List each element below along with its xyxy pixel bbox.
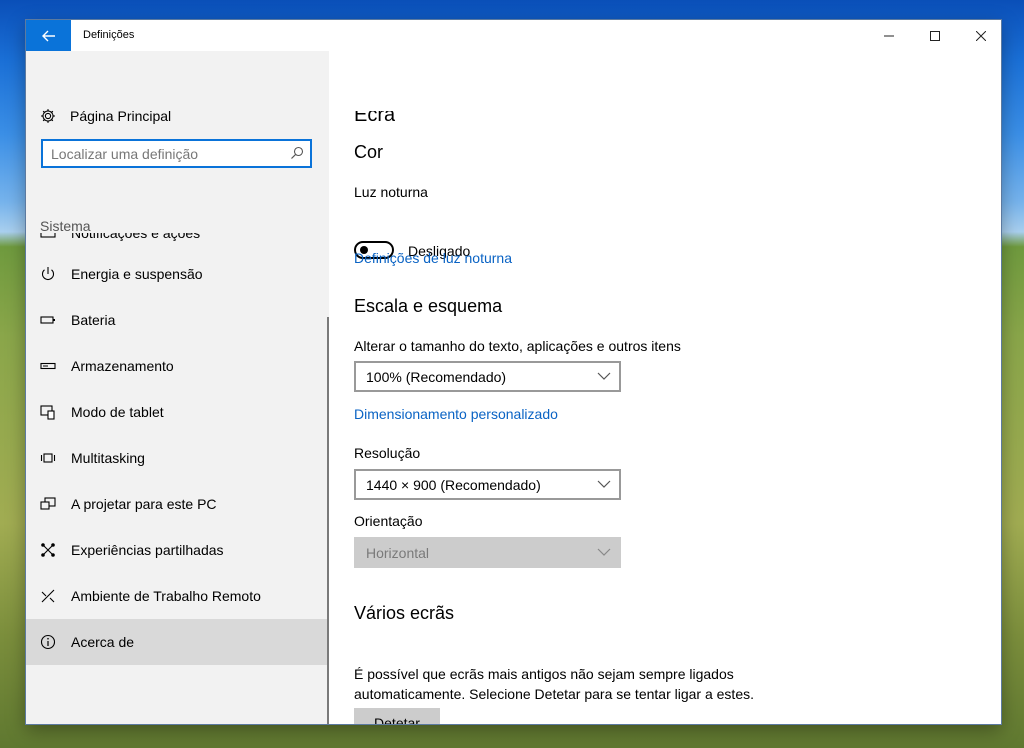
- remote-desktop-icon: [40, 588, 56, 604]
- scale-label: Alterar o tamanho do texto, aplicações e…: [354, 338, 681, 354]
- main-content: Ecrã Cor Luz noturna Desligado Definiçõe…: [329, 51, 1001, 724]
- search-input[interactable]: [51, 145, 281, 163]
- gear-icon: [40, 108, 56, 124]
- chevron-down-icon: [597, 372, 611, 380]
- scale-value: 100% (Recomendado): [366, 369, 507, 385]
- shared-experiences-icon: [40, 542, 56, 558]
- sidebar-item-tablet-mode[interactable]: Modo de tablet: [26, 389, 329, 435]
- sidebar-item-shared-experiences[interactable]: Experiências partilhadas: [26, 527, 329, 573]
- night-light-settings-link[interactable]: Definições de luz noturna: [354, 250, 512, 266]
- chevron-down-icon: [597, 480, 611, 488]
- sidebar-item-label: Modo de tablet: [71, 404, 164, 420]
- sidebar: Página Principal Sistema Notificações e …: [26, 51, 329, 724]
- sidebar-item-label: Energia e suspensão: [71, 266, 203, 282]
- multi-display-heading: Vários ecrãs: [354, 603, 455, 623]
- power-icon: [40, 266, 56, 282]
- color-heading: Cor: [354, 142, 384, 162]
- multitasking-icon: [40, 450, 56, 466]
- night-light-label: Luz noturna: [354, 184, 428, 200]
- scale-heading: Escala e esquema: [354, 296, 503, 316]
- back-arrow-icon: [41, 30, 55, 41]
- sidebar-item-label: A projetar para este PC: [71, 496, 217, 512]
- search-icon: [291, 146, 304, 159]
- orientation-dropdown[interactable]: Horizontal: [354, 537, 621, 568]
- sidebar-item-label: Acerca de: [71, 634, 135, 650]
- resolution-label: Resolução: [354, 445, 421, 461]
- orientation-label: Orientação: [354, 513, 423, 529]
- sidebar-item-label: Multitasking: [71, 450, 145, 466]
- sidebar-item-battery[interactable]: Bateria: [26, 297, 329, 343]
- battery-icon: [40, 312, 56, 328]
- sidebar-item-label: Notificações e ações: [71, 233, 201, 241]
- info-icon: [40, 634, 56, 650]
- home-label: Página Principal: [70, 108, 172, 124]
- settings-window: Definições Página Principal Sistema: [26, 20, 1001, 724]
- home-link[interactable]: Página Principal: [40, 108, 171, 124]
- section-label: Sistema: [40, 218, 91, 234]
- maximize-button[interactable]: [912, 20, 958, 51]
- sidebar-item-storage[interactable]: Armazenamento: [26, 343, 329, 389]
- orientation-value: Horizontal: [366, 545, 430, 561]
- sidebar-item-label: Experiências partilhadas: [71, 542, 224, 558]
- scale-dropdown[interactable]: 100% (Recomendado): [354, 361, 621, 392]
- page-title: Ecrã: [354, 111, 396, 126]
- minimize-icon: [884, 35, 894, 36]
- sidebar-item-about[interactable]: Acerca de: [26, 619, 329, 665]
- chevron-down-icon: [597, 548, 611, 556]
- window-title: Definições: [83, 29, 135, 41]
- sidebar-item-multitasking[interactable]: Multitasking: [26, 435, 329, 481]
- multi-display-description: É possível que ecrãs mais antigos não se…: [354, 666, 754, 702]
- notifications-icon: [40, 233, 56, 241]
- resolution-dropdown[interactable]: 1440 × 900 (Recomendado): [354, 469, 621, 500]
- detect-button[interactable]: Detetar: [354, 708, 440, 724]
- sidebar-item-label: Bateria: [71, 312, 116, 328]
- minimize-button[interactable]: [866, 20, 912, 51]
- sidebar-item-remote-desktop[interactable]: Ambiente de Trabalho Remoto: [26, 573, 329, 619]
- close-icon: [976, 30, 986, 41]
- tablet-mode-icon: [40, 404, 56, 420]
- sidebar-item-power[interactable]: Energia e suspensão: [26, 251, 329, 297]
- maximize-icon: [930, 30, 940, 41]
- sidebar-item-label: Ambiente de Trabalho Remoto: [71, 588, 261, 604]
- storage-icon: [40, 358, 56, 374]
- title-bar: Definições: [26, 20, 1001, 51]
- sidebar-item-label: Armazenamento: [71, 358, 174, 374]
- back-button[interactable]: [26, 20, 71, 51]
- sidebar-item-project[interactable]: A projetar para este PC: [26, 481, 329, 527]
- resolution-value: 1440 × 900 (Recomendado): [366, 477, 541, 493]
- custom-scaling-link[interactable]: Dimensionamento personalizado: [354, 406, 558, 422]
- project-icon: [40, 496, 56, 512]
- close-button[interactable]: [958, 20, 1001, 51]
- search-box[interactable]: [41, 139, 312, 168]
- sidebar-item-notifications[interactable]: Notificações e ações: [40, 233, 310, 247]
